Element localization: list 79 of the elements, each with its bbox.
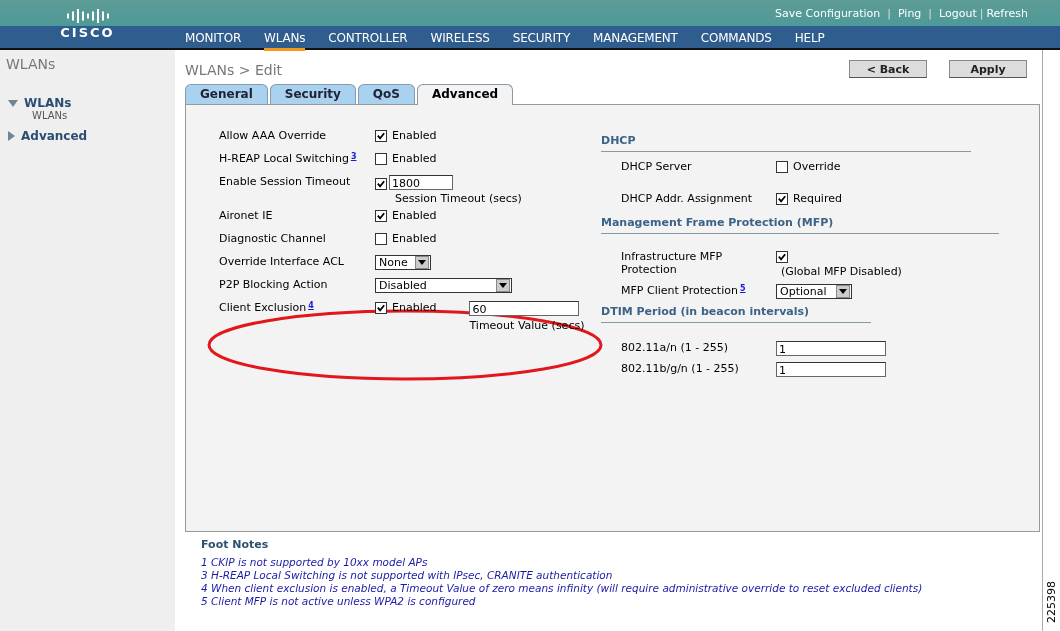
- field-label: MFP Client Protection: [621, 284, 738, 297]
- text-field[interactable]: 60: [469, 301, 580, 316]
- field-label: DHCP Addr. Assignment: [621, 192, 754, 206]
- sidebar-title: WLANs: [5, 56, 57, 72]
- nav-menu-item[interactable]: COMMANDS: [700, 27, 772, 51]
- option-label: Enabled: [392, 232, 437, 246]
- section-heading: DHCP: [601, 134, 971, 152]
- footnote-link[interactable]: 4: [308, 301, 314, 310]
- section-heading: Management Frame Protection (MFP): [601, 216, 999, 234]
- field-label: Aironet IE: [219, 209, 274, 224]
- nav-menu-item[interactable]: MANAGEMENT: [593, 27, 678, 51]
- field-label: 802.11b/g/n (1 - 255): [621, 362, 740, 377]
- field-caption: Session Timeout (secs): [394, 192, 522, 205]
- apply-button[interactable]: Apply: [949, 60, 1027, 78]
- nav-menu-item[interactable]: HELP: [794, 27, 825, 51]
- field-label: H-REAP Local Switching: [219, 152, 349, 165]
- checkbox[interactable]: [776, 251, 788, 263]
- field-label: Client Exclusion: [219, 301, 307, 314]
- text-field[interactable]: 1: [776, 341, 886, 356]
- field-label: 802.11a/n (1 - 255): [621, 341, 729, 356]
- footnote-link[interactable]: 3: [350, 152, 357, 161]
- checkbox[interactable]: [375, 178, 387, 190]
- dropdown[interactable]: None: [375, 255, 431, 270]
- nav-menu-item[interactable]: CONTROLLER: [328, 27, 408, 51]
- nav-menu-item[interactable]: SECURITY: [512, 27, 571, 51]
- option-label: Enabled: [392, 129, 437, 143]
- sidebar-item[interactable]: WLANs: [24, 96, 72, 110]
- footnote-link[interactable]: 5: [739, 284, 746, 293]
- tab[interactable]: General: [185, 84, 268, 104]
- caret-icon: [415, 256, 429, 269]
- separator: |: [928, 6, 933, 20]
- checkbox[interactable]: [776, 161, 788, 173]
- page-title: WLANs > Edit: [185, 62, 283, 78]
- tab[interactable]: Advanced: [416, 84, 514, 105]
- footnote-text: 4 When client exclusion is enabled, a Timeout Value of zero means infinity (will require administrative override to reset excluded clients): [201, 582, 924, 595]
- caret-icon: [836, 285, 850, 298]
- checkbox[interactable]: [375, 153, 387, 165]
- collapsed-triangle-icon[interactable]: [8, 131, 15, 141]
- checkbox[interactable]: [375, 233, 387, 245]
- option-label: Enabled: [392, 209, 437, 223]
- field-label: Enable Session Timeout: [219, 175, 352, 190]
- bars-logo-icon: [65, 8, 110, 23]
- nav-menu-item[interactable]: MONITOR: [185, 27, 242, 51]
- figure-number: 225398: [1045, 581, 1058, 623]
- checkbox[interactable]: [375, 302, 387, 314]
- separator: |: [979, 6, 984, 20]
- tab[interactable]: QoS: [357, 84, 415, 104]
- checkbox[interactable]: [375, 130, 387, 142]
- caret-icon: [496, 279, 510, 292]
- back-button[interactable]: < Back: [849, 60, 927, 78]
- field-caption: (Global MFP Disabled): [780, 265, 902, 278]
- footnote-text: 5 Client MFP is not active unless WPA2 is configured: [201, 595, 477, 608]
- field-label: DHCP Server: [621, 160, 693, 174]
- logo-text: CISCO: [60, 24, 115, 40]
- option-label: Required: [793, 192, 842, 206]
- text-field[interactable]: 1800: [389, 175, 453, 190]
- footnote-text: 3 H-REAP Local Switching is not supported with IPsec, CRANITE authentication: [201, 569, 614, 582]
- footnotes-title: Foot Notes: [201, 538, 270, 551]
- option-label: Enabled: [392, 152, 437, 166]
- nav-menu-item[interactable]: WIRELESS: [430, 27, 490, 51]
- field-label: P2P Blocking Action: [219, 278, 329, 293]
- dropdown[interactable]: Optional: [776, 284, 852, 299]
- option-label: Override: [793, 160, 841, 174]
- text-field[interactable]: 1: [776, 362, 886, 377]
- tab[interactable]: Security: [269, 84, 356, 104]
- field-label: Diagnostic Channel: [219, 232, 327, 247]
- field-label: Allow AAA Override: [219, 129, 328, 144]
- separator: |: [887, 6, 891, 20]
- dropdown[interactable]: Disabled: [375, 278, 512, 293]
- checkbox[interactable]: [776, 193, 788, 205]
- checkbox[interactable]: [375, 210, 387, 222]
- section-heading: DTIM Period (in beacon intervals): [601, 305, 871, 323]
- footnote-text: 1 CKIP is not supported by 10xx model APs: [201, 556, 429, 569]
- expanded-triangle-icon[interactable]: [8, 99, 18, 107]
- sidebar-subitem[interactable]: WLANs: [0, 110, 175, 121]
- field-label: Override Interface ACL: [219, 255, 345, 270]
- sidebar-item[interactable]: Advanced: [21, 129, 88, 143]
- nav-menu-item[interactable]: WLANs: [264, 27, 306, 51]
- field-label: Infrastructure MFP Protection: [621, 250, 724, 278]
